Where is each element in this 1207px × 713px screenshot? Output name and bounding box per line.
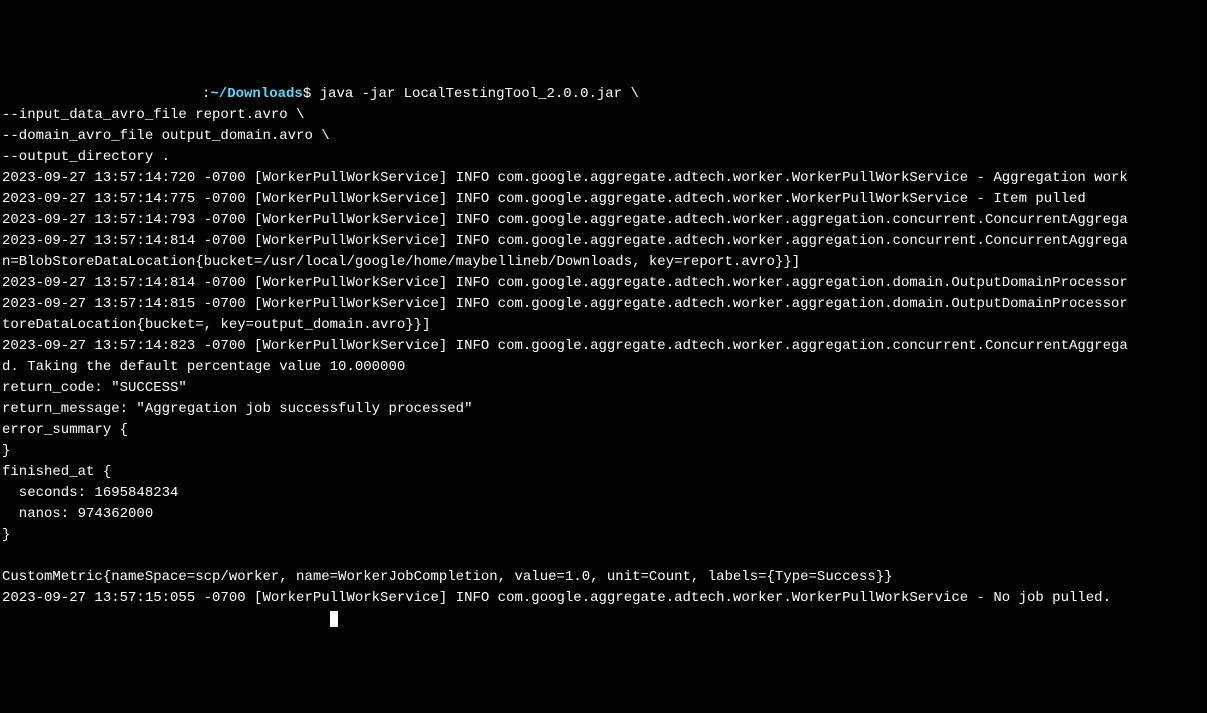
log-line: n=BlobStoreDataLocation{bucket=/usr/loca… — [2, 254, 800, 270]
log-line: 2023-09-27 13:57:14:775 -0700 [WorkerPul… — [2, 191, 1086, 207]
log-line: 2023-09-27 13:57:14:814 -0700 [WorkerPul… — [2, 275, 1128, 291]
log-line: seconds: 1695848234 — [2, 485, 178, 501]
log-line: } — [2, 443, 10, 459]
prompt-path: ~/Downloads — [210, 86, 302, 102]
log-line: 2023-09-27 13:57:14:823 -0700 [WorkerPul… — [2, 338, 1128, 354]
log-line: return_message: "Aggregation job success… — [2, 401, 472, 417]
log-line: d. Taking the default percentage value 1… — [2, 359, 405, 375]
log-line: finished_at { — [2, 464, 111, 480]
log-line: 2023-09-27 13:57:14:814 -0700 [WorkerPul… — [2, 233, 1128, 249]
terminal-cursor — [330, 611, 338, 627]
log-line: CustomMetric{nameSpace=scp/worker, name=… — [2, 569, 893, 585]
command-line-4: --output_directory . — [2, 149, 170, 165]
log-line: toreDataLocation{bucket=, key=output_dom… — [2, 317, 430, 333]
log-line: 2023-09-27 13:57:15:055 -0700 [WorkerPul… — [2, 590, 1111, 606]
terminal-output[interactable]: :~/Downloads$ java -jar LocalTestingTool… — [2, 84, 1205, 608]
command-line-2: --input_data_avro_file report.avro \ — [2, 107, 304, 123]
prompt-symbol: $ — [303, 86, 311, 102]
log-line: error_summary { — [2, 422, 128, 438]
log-line: return_code: "SUCCESS" — [2, 380, 187, 396]
log-line: } — [2, 527, 10, 543]
log-line: nanos: 974362000 — [2, 506, 153, 522]
redacted-user-host — [2, 86, 202, 100]
command-line-1: java -jar LocalTestingTool_2.0.0.jar \ — [311, 86, 639, 102]
log-line: 2023-09-27 13:57:14:720 -0700 [WorkerPul… — [2, 170, 1128, 186]
log-line: 2023-09-27 13:57:14:793 -0700 [WorkerPul… — [2, 212, 1128, 228]
log-line: 2023-09-27 13:57:14:815 -0700 [WorkerPul… — [2, 296, 1128, 312]
command-line-3: --domain_avro_file output_domain.avro \ — [2, 128, 330, 144]
